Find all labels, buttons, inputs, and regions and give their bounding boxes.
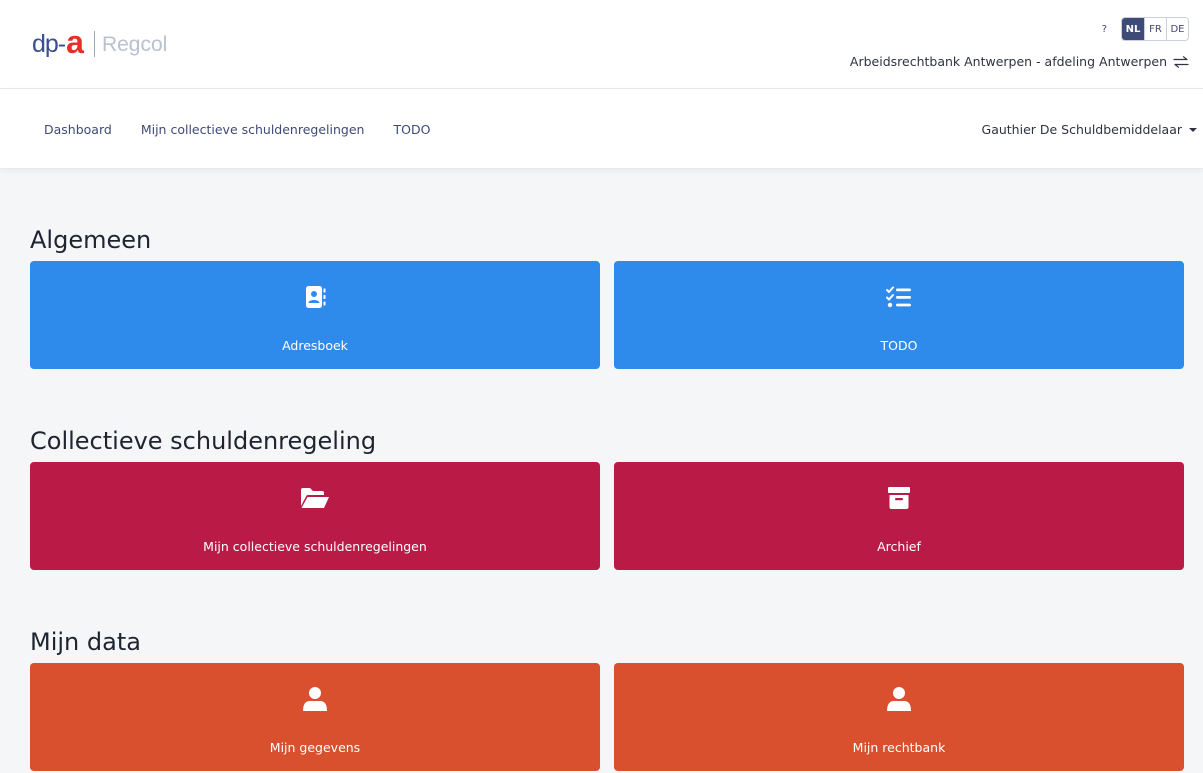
top-header: dp- a Regcol ? NL FR DE Arbeidsrechtbank… bbox=[0, 0, 1203, 89]
logo-dp-text: dp- bbox=[32, 29, 66, 58]
address-book-icon bbox=[303, 284, 327, 310]
tile-label-archief: Archief bbox=[877, 539, 921, 554]
nav-link-dashboard[interactable]: Dashboard bbox=[44, 122, 112, 137]
dashboard-content: Algemeen Adresboek TODO Collectieve schu… bbox=[0, 214, 1203, 771]
tile-label-adresboek: Adresboek bbox=[282, 338, 348, 353]
tile-mijn-collectieve-schuldenregelingen[interactable]: Mijn collectieve schuldenregelingen bbox=[30, 462, 600, 570]
switch-arrows-icon bbox=[1173, 55, 1189, 68]
tile-adresboek[interactable]: Adresboek bbox=[30, 261, 600, 369]
nav-link-todo[interactable]: TODO bbox=[393, 122, 430, 137]
lang-button-de[interactable]: DE bbox=[1166, 18, 1188, 40]
user-name: Gauthier De Schuldbemiddelaar bbox=[981, 122, 1182, 137]
app-logo[interactable]: dp- a Regcol bbox=[32, 24, 168, 60]
task-list-icon bbox=[886, 284, 912, 310]
tile-label-mijn-collectieve-schuldenregelingen: Mijn collectieve schuldenregelingen bbox=[203, 539, 427, 554]
section-title-collectieve-schuldenregeling: Collectieve schuldenregeling bbox=[30, 427, 377, 455]
nav-link-mijn-collectieve-schuldenregelingen[interactable]: Mijn collectieve schuldenregelingen bbox=[141, 122, 365, 137]
archive-box-icon bbox=[888, 485, 910, 511]
nav-links: Dashboard Mijn collectieve schuldenregel… bbox=[44, 122, 430, 137]
user-menu-dropdown[interactable]: Gauthier De Schuldbemiddelaar bbox=[982, 122, 1197, 137]
language-bar: ? NL FR DE bbox=[1102, 17, 1189, 41]
user-icon bbox=[887, 686, 911, 712]
tile-archief[interactable]: Archief bbox=[614, 462, 1184, 570]
language-switcher: NL FR DE bbox=[1121, 17, 1189, 41]
tiles-mijn-data: Mijn gegevens Mijn rechtbank bbox=[30, 663, 1184, 771]
tile-label-todo: TODO bbox=[880, 338, 918, 353]
section-title-mijn-data: Mijn data bbox=[30, 628, 141, 656]
logo-divider bbox=[93, 31, 95, 57]
tile-mijn-rechtbank[interactable]: Mijn rechtbank bbox=[614, 663, 1184, 771]
tile-label-mijn-rechtbank: Mijn rechtbank bbox=[852, 740, 946, 755]
help-link[interactable]: ? bbox=[1102, 24, 1107, 35]
caret-down-icon bbox=[1189, 127, 1197, 132]
lang-button-fr[interactable]: FR bbox=[1144, 18, 1166, 40]
tile-label-mijn-gegevens: Mijn gegevens bbox=[269, 740, 361, 755]
tiles-algemeen: Adresboek TODO bbox=[30, 261, 1184, 369]
user-icon bbox=[303, 686, 327, 712]
court-name: Arbeidsrechtbank Antwerpen - afdeling An… bbox=[849, 54, 1167, 69]
section-title-algemeen: Algemeen bbox=[30, 226, 152, 254]
tiles-collectieve-schuldenregeling: Mijn collectieve schuldenregelingen Arch… bbox=[30, 462, 1184, 570]
lang-button-nl[interactable]: NL bbox=[1122, 18, 1144, 40]
logo-a-mark: a bbox=[66, 24, 84, 60]
folder-open-icon bbox=[300, 485, 330, 511]
tile-todo[interactable]: TODO bbox=[614, 261, 1184, 369]
app-name: Regcol bbox=[101, 32, 168, 56]
court-switcher[interactable]: Arbeidsrechtbank Antwerpen - afdeling An… bbox=[850, 54, 1189, 69]
tile-mijn-gegevens[interactable]: Mijn gegevens bbox=[30, 663, 600, 771]
main-navbar: Dashboard Mijn collectieve schuldenregel… bbox=[0, 89, 1203, 169]
